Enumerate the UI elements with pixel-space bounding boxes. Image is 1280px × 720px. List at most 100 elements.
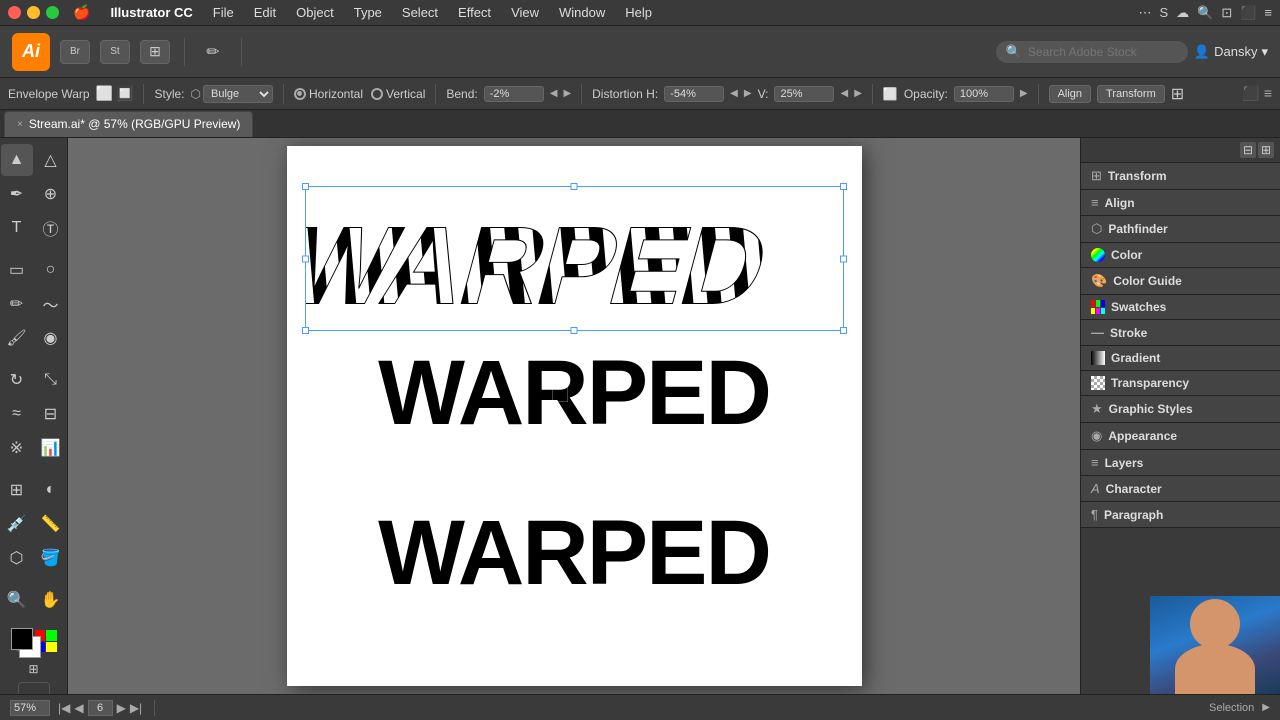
dist-v-right-arrow[interactable]: ▶ (854, 88, 862, 99)
horizontal-radio[interactable]: Horizontal (294, 87, 363, 101)
search-stock-input[interactable] (1028, 45, 1178, 59)
dist-h-right-arrow[interactable]: ▶ (744, 88, 752, 99)
panel-options-icon[interactable]: ≡ (1264, 85, 1272, 102)
extra-tool-1[interactable]: ⊞ (23, 658, 45, 680)
notification-icon[interactable]: ⋯ (1138, 5, 1151, 21)
blend-tool[interactable]: ⬡ (1, 542, 33, 574)
panel-collapse-all-btn[interactable]: ⊟ (1240, 142, 1256, 158)
minimize-button[interactable] (27, 6, 40, 19)
search-stock-area[interactable]: 🔍 (996, 41, 1188, 63)
handle-ml[interactable] (302, 255, 309, 262)
bend-right-arrow[interactable]: ▶ (563, 88, 571, 99)
rectangle-tool[interactable]: ▭ (1, 254, 33, 286)
page-next-btn[interactable]: ▶ (117, 701, 126, 715)
panel-swatches[interactable]: Swatches (1081, 295, 1280, 320)
opacity-input[interactable] (954, 86, 1014, 102)
menu-window[interactable]: Window (551, 3, 613, 22)
finder-icon[interactable]: ⊡ (1221, 5, 1232, 21)
menu-file[interactable]: File (205, 3, 242, 22)
panel-color[interactable]: Color (1081, 243, 1280, 268)
user-menu[interactable]: 👤 Dansky ▾ (1194, 44, 1268, 60)
transform-button[interactable]: Transform (1097, 85, 1165, 103)
library-button[interactable]: ⊞ (140, 40, 170, 64)
pencil-tool[interactable]: ✏ (1, 288, 33, 320)
draw-tool-icon[interactable]: ✏ (199, 38, 227, 66)
panel-color-guide[interactable]: 🎨 Color Guide (1081, 268, 1280, 295)
bend-left-arrow[interactable]: ◀ (550, 88, 558, 99)
menu-view[interactable]: View (503, 3, 547, 22)
selection-tool[interactable]: ▲ (1, 144, 33, 176)
active-tab[interactable]: × Stream.ai* @ 57% (RGB/GPU Preview) (4, 111, 253, 137)
smooth-tool[interactable]: 〜 (35, 288, 67, 320)
search-icon[interactable]: 🔍 (1197, 5, 1213, 21)
panel-dock-btn[interactable]: ⊞ (1258, 142, 1274, 158)
foreground-swatch[interactable] (11, 628, 33, 650)
stock-button[interactable]: St (100, 40, 130, 64)
handle-tl[interactable] (302, 183, 309, 190)
vertical-radio[interactable]: Vertical (371, 87, 425, 101)
maximize-button[interactable] (46, 6, 59, 19)
panel-character[interactable]: A Character (1081, 476, 1280, 502)
column-graph-tool[interactable]: 📊 (35, 432, 67, 464)
panel-transform[interactable]: ⊞ Transform (1081, 163, 1280, 190)
panel-appearance[interactable]: ◉ Appearance (1081, 423, 1280, 450)
menu-type[interactable]: Type (346, 3, 390, 22)
dist-h-left-arrow[interactable]: ◀ (730, 88, 738, 99)
panel-stroke[interactable]: — Stroke (1081, 320, 1280, 346)
handle-bl[interactable] (302, 327, 309, 334)
add-anchor-tool[interactable]: ⊕ (35, 178, 67, 210)
artboards-icon[interactable]: ▭ (18, 682, 50, 694)
menu-help[interactable]: Help (617, 3, 660, 22)
zoom-input[interactable] (10, 700, 50, 716)
tab-close-icon[interactable]: × (17, 119, 23, 130)
scale-tool[interactable]: ⤡ (35, 364, 67, 396)
panel-gradient[interactable]: Gradient (1081, 346, 1280, 371)
style-select[interactable]: Bulge Arc Flag (203, 85, 273, 103)
measure-tool[interactable]: 📏 (35, 508, 67, 540)
gradient-tool[interactable]: ◐ (35, 474, 67, 506)
skype-icon[interactable]: S (1159, 5, 1168, 20)
handle-tc[interactable] (571, 183, 578, 190)
page-first-btn[interactable]: |◀ (58, 701, 70, 715)
direct-selection-tool[interactable]: △ (35, 144, 67, 176)
page-number-input[interactable] (88, 700, 113, 716)
handle-bc[interactable] (571, 327, 578, 334)
user-dropdown-icon[interactable]: ▾ (1261, 44, 1268, 60)
panel-pathfinder[interactable]: ⬡ Pathfinder (1081, 216, 1280, 243)
blob-brush-tool[interactable]: ◉ (35, 322, 67, 354)
panel-align[interactable]: ≡ Align (1081, 190, 1280, 216)
paintbrush-tool[interactable]: 🖌 (1, 322, 33, 354)
menu-effect[interactable]: Effect (450, 3, 499, 22)
creative-cloud-icon[interactable]: ☁ (1176, 5, 1189, 21)
free-transform-tool[interactable]: ⊟ (35, 398, 67, 430)
pen-tool[interactable]: ✒ (1, 178, 33, 210)
warped-text-container[interactable]: WARPED WARPED WARPED (305, 186, 844, 331)
menu-extra-icon[interactable]: ≡ (1264, 5, 1272, 20)
menu-object[interactable]: Object (288, 3, 342, 22)
distortion-v-input[interactable] (774, 86, 834, 102)
rotate-tool[interactable]: ↻ (1, 364, 33, 396)
app-name-menu[interactable]: Illustrator CC (102, 3, 200, 22)
apple-icon[interactable]: 🍎 (73, 4, 90, 21)
distortion-h-input[interactable] (664, 86, 724, 102)
symbol-sprayer-tool[interactable]: ※ (1, 432, 33, 464)
handle-tr[interactable] (840, 183, 847, 190)
warp-tool[interactable]: ≈ (1, 398, 33, 430)
zoom-tool[interactable]: 🔍 (1, 584, 33, 616)
bridge-button[interactable]: Br (60, 40, 90, 64)
menu-edit[interactable]: Edit (246, 3, 284, 22)
panel-expand-icon[interactable]: ⬛ (1242, 85, 1259, 102)
type-tool[interactable]: T (1, 212, 33, 244)
panel-layers[interactable]: ≡ Layers (1081, 450, 1280, 476)
page-prev-btn[interactable]: ◀ (74, 701, 83, 715)
close-button[interactable] (8, 6, 21, 19)
handle-br[interactable] (840, 327, 847, 334)
switch-icon[interactable]: ⬛ (1240, 5, 1256, 21)
touch-type-tool[interactable]: Ⓣ (35, 212, 67, 244)
page-last-btn[interactable]: ▶| (130, 701, 142, 715)
panel-graphic-styles[interactable]: ★ Graphic Styles (1081, 396, 1280, 423)
eyedropper-tool[interactable]: 💉 (1, 508, 33, 540)
panel-paragraph[interactable]: ¶ Paragraph (1081, 502, 1280, 528)
mesh-tool[interactable]: ⊞ (1, 474, 33, 506)
dist-v-left-arrow[interactable]: ◀ (840, 88, 848, 99)
